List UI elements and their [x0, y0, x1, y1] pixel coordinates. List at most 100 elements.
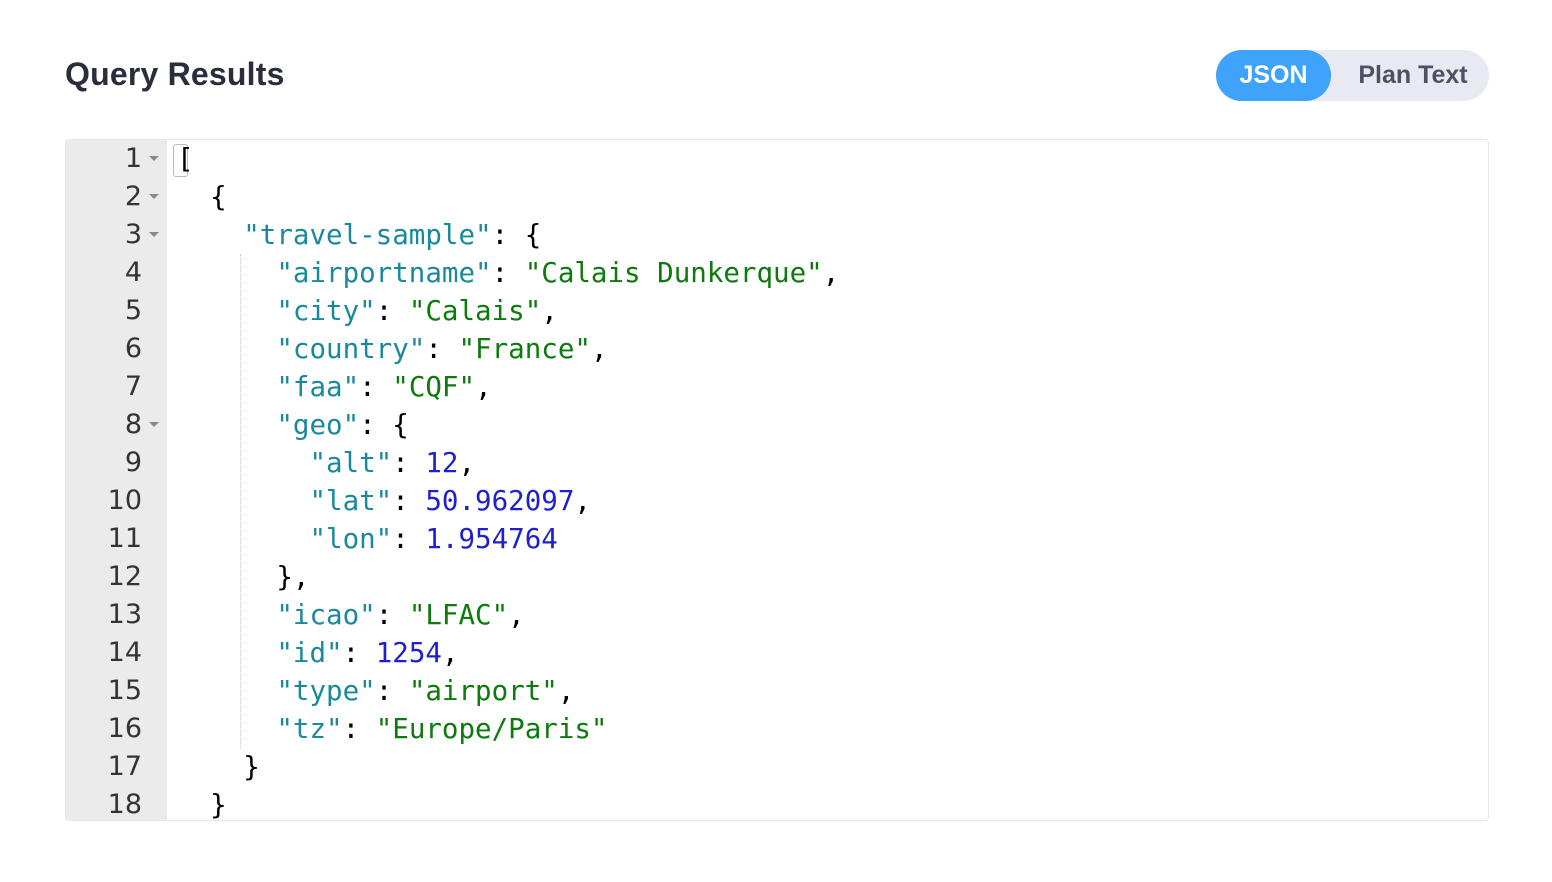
json-punctuation: [: [177, 143, 194, 175]
json-punctuation: ,: [475, 371, 492, 403]
json-punctuation: }: [210, 789, 227, 821]
code-line: 15 "type": "airport",: [66, 672, 1488, 710]
code-text: "city": "Calais",: [177, 292, 558, 330]
json-punctuation: :: [375, 599, 409, 631]
json-punctuation: ,: [441, 637, 459, 669]
json-key: "alt": [309, 447, 393, 479]
code-text: "travel-sample": {: [177, 216, 541, 254]
json-punctuation: ,: [541, 295, 558, 327]
code-line: 4 "airportname": "Calais Dunkerque",: [66, 254, 1488, 292]
line-number: 5: [124, 295, 142, 326]
json-number-value: 1254: [375, 637, 442, 669]
code-line: 18 }: [66, 786, 1488, 821]
json-punctuation: ,: [458, 447, 476, 479]
code-text: }: [177, 786, 227, 821]
code-line: 3 "travel-sample": {: [66, 216, 1488, 254]
json-string-value: "Europe/Paris": [375, 713, 608, 745]
json-number-value: 50.962097: [425, 485, 575, 517]
code-line: 8 "geo": {: [66, 406, 1488, 444]
line-number: 15: [107, 675, 142, 706]
json-key: "id": [276, 637, 343, 669]
code-text: },: [177, 558, 309, 596]
json-punctuation: }: [243, 751, 260, 783]
json-punctuation: ,: [508, 599, 525, 631]
json-punctuation: :: [359, 371, 393, 403]
json-punctuation: : {: [359, 409, 409, 441]
json-number-value: 12: [425, 447, 459, 479]
json-punctuation: ,: [590, 333, 608, 365]
json-key: "airportname": [276, 257, 492, 289]
code-text: {: [177, 178, 227, 216]
code-line: 16 "tz": "Europe/Paris": [66, 710, 1488, 748]
json-string-value: "Calais": [408, 295, 542, 327]
line-number: 1: [124, 143, 142, 174]
line-number: 13: [107, 599, 142, 630]
json-string-value: "Calais Dunkerque": [524, 257, 823, 289]
json-punctuation: ,: [822, 257, 840, 289]
json-punctuation: :: [342, 637, 376, 669]
json-punctuation: },: [276, 561, 310, 593]
line-number: 7: [124, 371, 142, 402]
json-punctuation: ,: [574, 485, 591, 517]
plan-text-view-button[interactable]: Plan Text: [1338, 50, 1488, 101]
code-text: "type": "airport",: [177, 672, 574, 710]
json-punctuation: :: [392, 523, 426, 555]
code-text: "alt": 12,: [177, 444, 475, 482]
code-text: }: [177, 748, 260, 786]
line-number: 8: [124, 409, 142, 440]
code-line: 17 }: [66, 748, 1488, 786]
fold-arrow-icon[interactable]: [149, 422, 159, 427]
fold-arrow-icon[interactable]: [149, 232, 159, 237]
fold-arrow-icon[interactable]: [149, 194, 159, 199]
json-key: "lon": [309, 523, 393, 555]
code-line: 11 "lon": 1.954764: [66, 520, 1488, 558]
page-title: Query Results: [65, 56, 285, 92]
json-punctuation: :: [342, 713, 376, 745]
code-line: 1[: [66, 140, 1488, 178]
json-punctuation: :: [392, 485, 426, 517]
code-text: "tz": "Europe/Paris": [177, 710, 608, 748]
json-punctuation: {: [210, 181, 227, 213]
json-view-button[interactable]: JSON: [1216, 50, 1331, 101]
code-text: "lon": 1.954764: [177, 520, 558, 558]
line-number: 12: [107, 561, 142, 592]
code-text: "geo": {: [177, 406, 409, 444]
code-text: "id": 1254,: [177, 634, 459, 672]
json-punctuation: ,: [557, 675, 575, 707]
code-line: 12 },: [66, 558, 1488, 596]
line-number: 4: [124, 257, 142, 288]
line-number: 14: [107, 637, 142, 668]
json-editor[interactable]: 1[2 {3 "travel-sample": {4 "airportname"…: [65, 139, 1489, 821]
fold-arrow-icon[interactable]: [149, 156, 159, 161]
code-text: [: [177, 140, 194, 178]
code-line: 2 {: [66, 178, 1488, 216]
json-string-value: "airport": [408, 675, 558, 707]
json-punctuation: :: [491, 257, 525, 289]
json-string-value: "CQF": [392, 371, 476, 403]
code-text: "airportname": "Calais Dunkerque",: [177, 254, 839, 292]
code-line: 14 "id": 1254,: [66, 634, 1488, 672]
line-number: 9: [124, 447, 142, 478]
json-key: "icao": [276, 599, 376, 631]
code-text: "lat": 50.962097,: [177, 482, 591, 520]
json-punctuation: :: [375, 295, 409, 327]
json-key: "lat": [309, 485, 393, 517]
json-key: "type": [276, 675, 376, 707]
json-key: "tz": [276, 713, 343, 745]
code-line: 13 "icao": "LFAC",: [66, 596, 1488, 634]
code-line: 9 "alt": 12,: [66, 444, 1488, 482]
code-text: "faa": "CQF",: [177, 368, 492, 406]
json-string-value: "France": [458, 333, 591, 365]
json-key: "travel-sample": [243, 219, 492, 251]
line-number: 2: [124, 181, 142, 212]
json-key: "geo": [276, 409, 360, 441]
code-line: 6 "country": "France",: [66, 330, 1488, 368]
code-line: 5 "city": "Calais",: [66, 292, 1488, 330]
json-string-value: "LFAC": [408, 599, 509, 631]
line-number: 3: [124, 219, 142, 250]
line-number: 6: [124, 333, 142, 364]
json-punctuation: :: [425, 333, 459, 365]
json-number-value: 1.954764: [425, 523, 558, 555]
line-number: 11: [107, 523, 142, 554]
code-line: 10 "lat": 50.962097,: [66, 482, 1488, 520]
